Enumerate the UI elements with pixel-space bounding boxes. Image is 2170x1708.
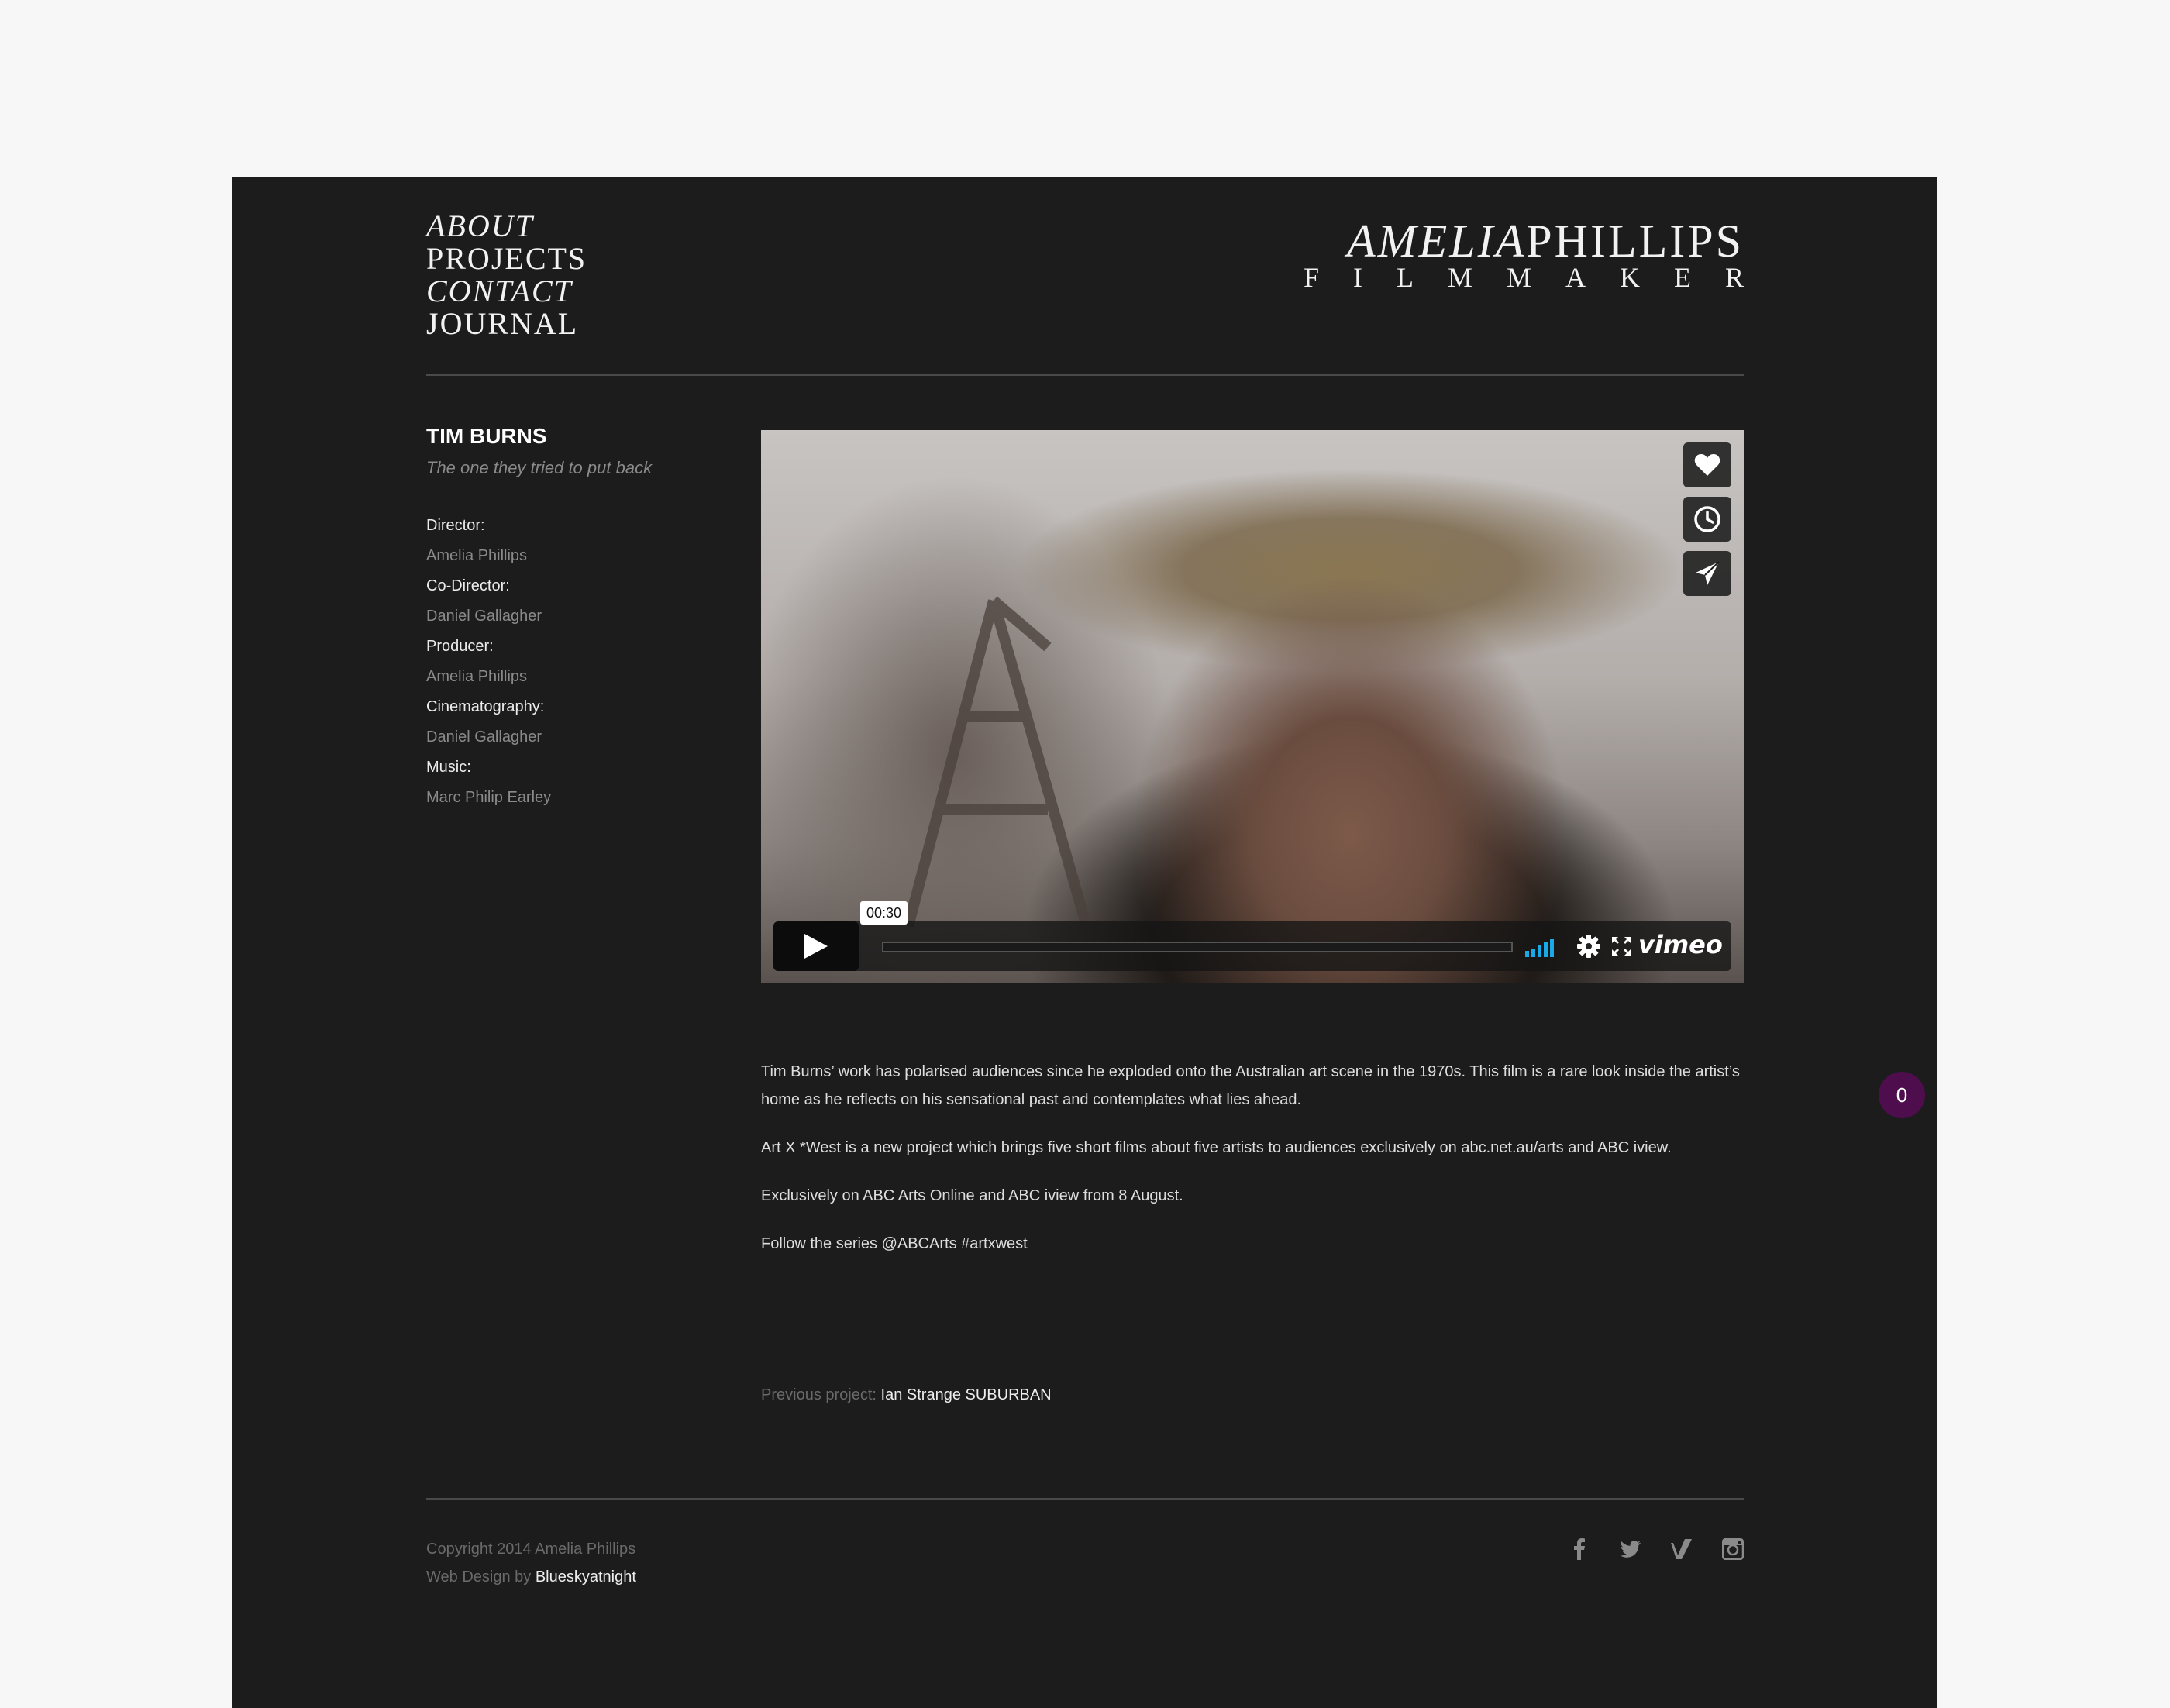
- nav-item-contact[interactable]: CONTACT: [426, 275, 587, 308]
- copyright-text: Copyright 2014 Amelia Phillips: [426, 1541, 636, 1558]
- timecode-tooltip: 00:30: [860, 901, 908, 925]
- credit-value: Amelia Phillips: [426, 668, 528, 685]
- credit-value: Daniel Gallagher: [426, 608, 542, 625]
- nav-item-about[interactable]: ABOUT: [426, 210, 587, 243]
- description-paragraph: Exclusively on ABC Arts Online and ABC i…: [761, 1187, 1183, 1204]
- vimeo-logo[interactable]: vimeo: [1638, 929, 1723, 960]
- play-button[interactable]: [773, 921, 859, 971]
- instagram-icon[interactable]: [1722, 1538, 1744, 1560]
- nav-item-journal[interactable]: JOURNAL: [426, 308, 587, 340]
- credit-value: Amelia Phillips: [426, 547, 528, 564]
- logo-first-name: AMELIA: [1347, 215, 1527, 267]
- watch-later-button[interactable]: [1683, 497, 1731, 542]
- credit-label: Music:: [426, 759, 471, 776]
- clock-icon: [1694, 506, 1720, 532]
- previous-project-link[interactable]: Ian Strange SUBURBAN: [881, 1386, 1052, 1403]
- project-title: TIM BURNS: [426, 424, 547, 448]
- site-logo[interactable]: AMELIAPHILLIPS FILMMAKER: [1304, 218, 1744, 291]
- video-frame-crane: [903, 596, 1092, 928]
- nav-item-projects[interactable]: PROJECTS: [426, 243, 587, 275]
- credit-label: Cinematography:: [426, 698, 545, 715]
- twitter-icon[interactable]: [1620, 1538, 1641, 1560]
- vimeo-icon[interactable]: [1671, 1538, 1693, 1560]
- player-controls: 00:30 vimeo: [773, 901, 1731, 971]
- footer: Copyright 2014 Amelia Phillips Web Desig…: [426, 1535, 636, 1591]
- heart-icon: [1694, 454, 1720, 476]
- description-paragraph: Tim Burns’ work has polarised audiences …: [761, 1063, 1740, 1108]
- like-button[interactable]: [1683, 442, 1731, 487]
- share-button[interactable]: [1683, 551, 1731, 596]
- description-paragraph: Art X *West is a new project which bring…: [761, 1139, 1672, 1156]
- credit-label: Co-Director:: [426, 577, 510, 594]
- logo-subtitle: FILMMAKER: [1303, 262, 1778, 293]
- site-container: ABOUT PROJECTS CONTACT JOURNAL AMELIAPHI…: [232, 177, 1938, 1708]
- previous-project: Previous project: Ian Strange SUBURBAN: [761, 1383, 1052, 1407]
- credit-value: Daniel Gallagher: [426, 728, 542, 746]
- volume-icon[interactable]: [1525, 937, 1559, 957]
- paper-plane-icon: [1696, 561, 1720, 585]
- web-design-link[interactable]: Blueskyatnight: [536, 1569, 636, 1586]
- web-design-prefix: Web Design by: [426, 1569, 532, 1586]
- credit-value: Marc Philip Earley: [426, 789, 552, 806]
- description-paragraph: Follow the series @ABCArts #artxwest: [761, 1235, 1028, 1252]
- play-icon: [804, 934, 828, 959]
- project-description: Tim Burns’ work has polarised audiences …: [761, 1058, 1744, 1278]
- credit-label: Director:: [426, 517, 485, 534]
- gear-icon[interactable]: [1576, 934, 1601, 959]
- project-sidebar: TIM BURNS The one they tried to put back…: [426, 424, 736, 813]
- social-links: [1569, 1538, 1744, 1560]
- credit-label: Producer:: [426, 638, 494, 655]
- video-player[interactable]: 00:30 vimeo: [761, 430, 1744, 983]
- fullscreen-icon[interactable]: [1610, 935, 1632, 957]
- project-tagline: The one they tried to put back: [426, 458, 653, 477]
- notification-badge[interactable]: 0: [1879, 1072, 1925, 1118]
- footer-divider: [426, 1498, 1744, 1500]
- credits-list: Director: Amelia Phillips Co-Director: D…: [426, 511, 736, 813]
- progress-bar[interactable]: [882, 942, 1513, 952]
- previous-project-label: Previous project:: [761, 1386, 877, 1403]
- facebook-icon[interactable]: [1569, 1538, 1590, 1560]
- header-divider: [426, 374, 1744, 376]
- main-nav: ABOUT PROJECTS CONTACT JOURNAL: [426, 210, 587, 340]
- logo-last-name: PHILLIPS: [1526, 215, 1744, 267]
